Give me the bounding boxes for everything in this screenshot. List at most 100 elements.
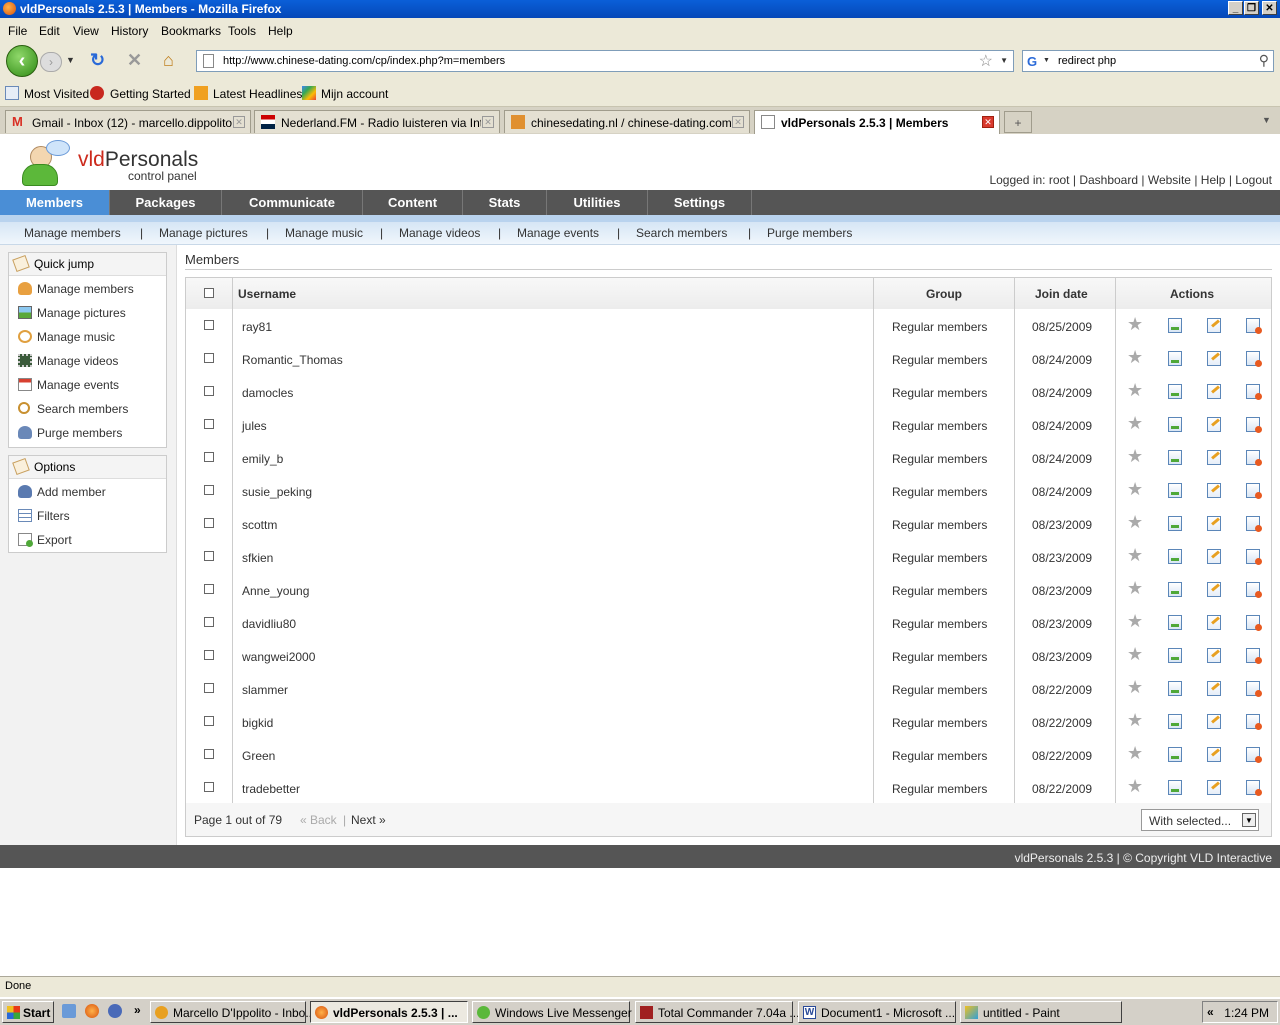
username-cell[interactable]: damocles <box>242 386 293 400</box>
username-cell[interactable]: Green <box>242 749 275 763</box>
taskbar-item-paint[interactable]: untitled - Paint <box>960 1001 1122 1023</box>
delete-icon[interactable] <box>1246 417 1262 433</box>
menu-help[interactable]: Help <box>268 24 293 38</box>
close-button[interactable]: ✕ <box>1262 1 1277 15</box>
star-icon[interactable]: ★ <box>1127 644 1143 664</box>
delete-icon[interactable] <box>1246 384 1262 400</box>
show-desktop-icon[interactable] <box>62 1004 76 1018</box>
taskbar-item-messenger[interactable]: Windows Live Messenger <box>472 1001 632 1023</box>
subnav-manage-events[interactable]: Manage events <box>517 226 599 240</box>
taskbar-item-total-commander[interactable]: Total Commander 7.04a ... <box>635 1001 799 1023</box>
search-icon[interactable]: ⚲ <box>1259 52 1269 69</box>
star-icon[interactable]: ★ <box>1127 545 1143 565</box>
bookmark-latest-headlines[interactable]: Latest Headlines <box>213 87 302 101</box>
edit-icon[interactable] <box>1207 516 1221 531</box>
edit-icon[interactable] <box>1207 648 1221 663</box>
nav-communicate[interactable]: Communicate <box>222 190 363 215</box>
view-icon[interactable] <box>1168 483 1182 498</box>
bookmark-mijn-account[interactable]: Mijn account <box>321 87 388 101</box>
tab-list-icon[interactable]: ▼ <box>1262 115 1271 125</box>
edit-icon[interactable] <box>1207 780 1221 795</box>
edit-icon[interactable] <box>1207 384 1221 399</box>
row-checkbox[interactable] <box>204 551 214 561</box>
subnav-manage-members[interactable]: Manage members <box>24 226 121 240</box>
delete-icon[interactable] <box>1246 516 1262 532</box>
select-all-checkbox[interactable] <box>204 288 214 298</box>
bookmark-star-icon[interactable]: ☆ <box>979 51 993 71</box>
username-cell[interactable]: sfkien <box>242 551 273 565</box>
delete-icon[interactable] <box>1246 615 1262 631</box>
subnav-manage-videos[interactable]: Manage videos <box>399 226 480 240</box>
bookmark-most-visited[interactable]: Most Visited <box>24 87 89 101</box>
username-cell[interactable]: jules <box>242 419 267 433</box>
close-tab-icon[interactable]: ✕ <box>732 116 744 128</box>
firefox-quicklaunch-icon[interactable] <box>85 1004 99 1018</box>
edit-icon[interactable] <box>1207 450 1221 465</box>
url-bar[interactable]: http://www.chinese-dating.com/cp/index.p… <box>196 50 1014 72</box>
view-icon[interactable] <box>1168 417 1182 432</box>
username-cell[interactable]: scottm <box>242 518 277 532</box>
star-icon[interactable]: ★ <box>1127 512 1143 532</box>
tab-vldpersonals[interactable]: vldPersonals 2.5.3 | Members ✕ <box>754 110 1000 134</box>
star-icon[interactable]: ★ <box>1127 413 1143 433</box>
edit-icon[interactable] <box>1207 681 1221 696</box>
username-cell[interactable]: Romantic_Thomas <box>242 353 343 367</box>
username-cell[interactable]: emily_b <box>242 452 283 466</box>
sidebar-item-export[interactable]: Export <box>9 528 166 552</box>
username-cell[interactable]: bigkid <box>242 716 273 730</box>
delete-icon[interactable] <box>1246 714 1262 730</box>
row-checkbox[interactable] <box>204 683 214 693</box>
sidebar-item-add-member[interactable]: Add member <box>9 480 166 504</box>
view-icon[interactable] <box>1168 450 1182 465</box>
start-button[interactable]: Start <box>2 1001 54 1023</box>
column-username[interactable]: Username <box>238 287 296 301</box>
with-selected-dropdown[interactable]: With selected... ▼ <box>1141 809 1259 831</box>
sidebar-item-manage-music[interactable]: Manage music <box>9 325 166 349</box>
close-tab-icon[interactable]: ✕ <box>982 116 994 128</box>
row-checkbox[interactable] <box>204 782 214 792</box>
star-icon[interactable]: ★ <box>1127 743 1143 763</box>
help-link[interactable]: Help <box>1201 173 1226 187</box>
close-tab-icon[interactable]: ✕ <box>233 116 245 128</box>
edit-icon[interactable] <box>1207 747 1221 762</box>
maximize-button[interactable]: ❐ <box>1244 1 1259 15</box>
edit-icon[interactable] <box>1207 582 1221 597</box>
edit-icon[interactable] <box>1207 417 1221 432</box>
edit-icon[interactable] <box>1207 351 1221 366</box>
column-group[interactable]: Group <box>926 287 962 301</box>
minimize-button[interactable]: _ <box>1228 1 1243 15</box>
star-icon[interactable]: ★ <box>1127 479 1143 499</box>
taskbar-item-word[interactable]: W Document1 - Microsoft ... <box>798 1001 956 1023</box>
view-icon[interactable] <box>1168 549 1182 564</box>
taskbar-item-firefox[interactable]: vldPersonals 2.5.3 | ... <box>310 1001 468 1023</box>
edit-icon[interactable] <box>1207 549 1221 564</box>
row-checkbox[interactable] <box>204 617 214 627</box>
delete-icon[interactable] <box>1246 450 1262 466</box>
menu-tools[interactable]: Tools <box>228 24 256 38</box>
next-link[interactable]: Next » <box>351 813 386 827</box>
star-icon[interactable]: ★ <box>1127 710 1143 730</box>
star-icon[interactable]: ★ <box>1127 314 1143 334</box>
website-link[interactable]: Website <box>1148 173 1191 187</box>
star-icon[interactable]: ★ <box>1127 347 1143 367</box>
row-checkbox[interactable] <box>204 584 214 594</box>
row-checkbox[interactable] <box>204 749 214 759</box>
view-icon[interactable] <box>1168 615 1182 630</box>
sidebar-item-manage-pictures[interactable]: Manage pictures <box>9 301 166 325</box>
search-bar[interactable]: G ▼ redirect php ⚲ <box>1022 50 1274 72</box>
delete-icon[interactable] <box>1246 780 1262 796</box>
logout-link[interactable]: Logout <box>1235 173 1272 187</box>
engine-dropdown-icon[interactable]: ▼ <box>1043 57 1050 64</box>
menu-view[interactable]: View <box>73 24 99 38</box>
sidebar-item-manage-members[interactable]: Manage members <box>9 277 166 301</box>
nav-settings[interactable]: Settings <box>648 190 752 215</box>
delete-icon[interactable] <box>1246 483 1262 499</box>
delete-icon[interactable] <box>1246 318 1262 334</box>
url-dropdown-icon[interactable]: ▼ <box>1000 56 1008 65</box>
tab-chinesedating[interactable]: chinesedating.nl / chinese-dating.com ..… <box>504 110 750 133</box>
subnav-manage-music[interactable]: Manage music <box>285 226 363 240</box>
sidebar-item-filters[interactable]: Filters <box>9 504 166 528</box>
new-tab-button[interactable]: + <box>1004 111 1032 133</box>
row-checkbox[interactable] <box>204 485 214 495</box>
view-icon[interactable] <box>1168 318 1182 333</box>
